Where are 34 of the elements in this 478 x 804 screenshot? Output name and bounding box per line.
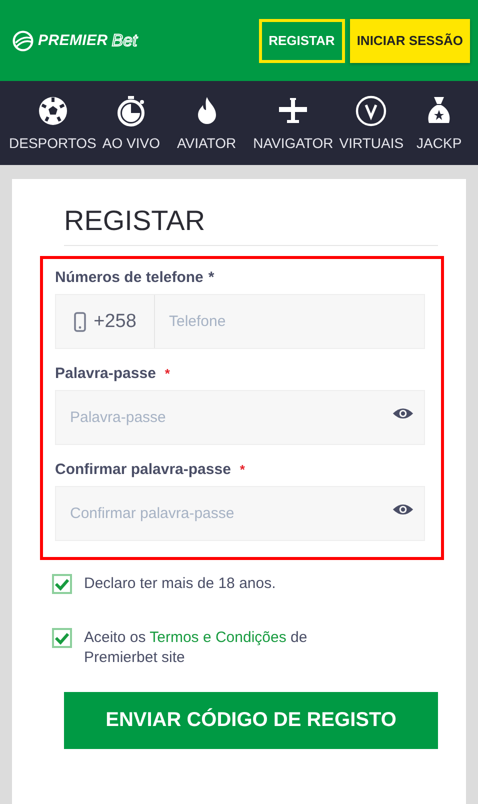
nav-item[interactable]: AO VIVO bbox=[99, 95, 163, 151]
logo-text: Bet bbox=[112, 30, 138, 50]
nav-item[interactable]: NAVIGATOR bbox=[250, 95, 336, 151]
logo-text: PREMIER bbox=[38, 32, 108, 49]
phone-icon bbox=[74, 312, 86, 332]
soccer-ball-icon bbox=[36, 95, 69, 127]
phone-field[interactable]: +258 Telefone bbox=[55, 294, 425, 349]
logo[interactable]: PREMIER Bet bbox=[12, 30, 138, 52]
nav-item[interactable]: VIRTUAIS bbox=[336, 95, 407, 151]
form-title: REGISTAR bbox=[64, 205, 206, 237]
field-label: Números de telefone bbox=[55, 269, 204, 286]
field-label: Confirmar palavra-passe bbox=[55, 461, 231, 478]
checkbox-label: Declaro ter mais de 18 anos. bbox=[84, 574, 276, 594]
v-circle-icon bbox=[355, 95, 388, 127]
nav-item[interactable]: JACKP bbox=[406, 95, 465, 151]
register-button[interactable]: REGISTAR bbox=[258, 18, 345, 62]
country-code[interactable]: +258 bbox=[56, 295, 155, 348]
eye-icon[interactable] bbox=[392, 407, 414, 420]
nav-item[interactable]: DESPORTOS bbox=[6, 95, 100, 151]
stopwatch-icon bbox=[115, 95, 148, 127]
required-mark: * bbox=[164, 366, 170, 381]
phone-input[interactable]: Telefone bbox=[155, 295, 424, 348]
required-mark: * bbox=[208, 269, 214, 286]
checkbox[interactable] bbox=[52, 628, 72, 648]
submit-button[interactable]: ENVIAR CÓDIGO DE REGISTO bbox=[64, 692, 438, 749]
field-label: Palavra-passe bbox=[55, 365, 156, 382]
eye-icon[interactable] bbox=[392, 503, 414, 516]
nav-item[interactable]: AVIATOR bbox=[162, 95, 250, 151]
terms-link[interactable]: Termos e Condições bbox=[150, 629, 286, 646]
ball-logo-icon bbox=[12, 30, 34, 52]
checkbox-label: Aceito os Termos e Condições de Premierbet site bbox=[84, 628, 308, 668]
required-mark: * bbox=[240, 462, 245, 477]
login-button[interactable]: INICIAR SESSÃO bbox=[350, 18, 470, 62]
checkbox[interactable] bbox=[52, 574, 72, 594]
